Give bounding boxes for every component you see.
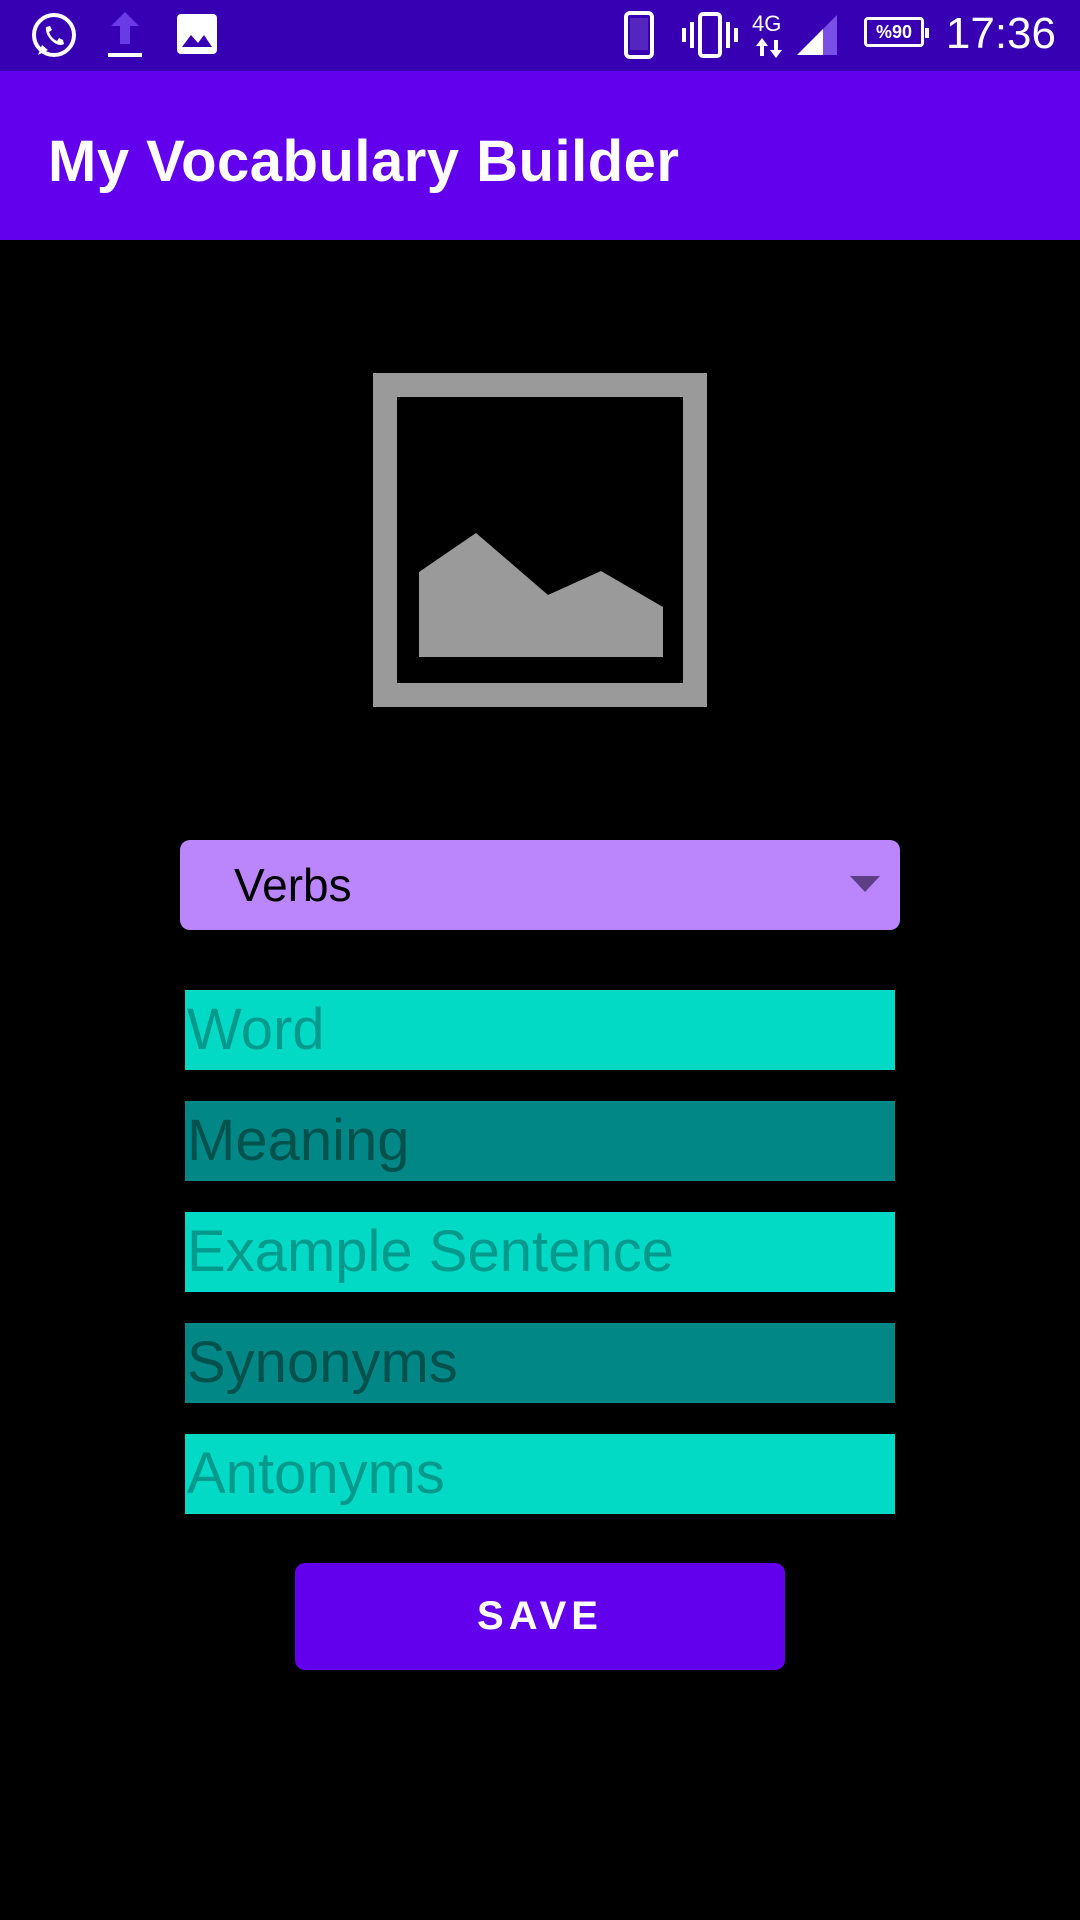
vibrate-icon bbox=[682, 12, 738, 58]
meaning-field[interactable] bbox=[185, 1101, 895, 1181]
app-title: My Vocabulary Builder bbox=[48, 129, 680, 194]
image-placeholder-icon[interactable] bbox=[373, 373, 707, 707]
phone-icon bbox=[624, 11, 654, 59]
whatsapp-icon bbox=[32, 13, 76, 57]
app-bar: My Vocabulary Builder bbox=[0, 71, 1080, 240]
gallery-icon bbox=[177, 14, 217, 54]
battery-icon: %90 bbox=[864, 17, 929, 47]
signal-icon bbox=[797, 15, 837, 55]
spinner-selected-value: Verbs bbox=[234, 859, 352, 911]
dropdown-arrow-icon bbox=[850, 876, 880, 892]
category-spinner[interactable]: Verbs bbox=[180, 840, 900, 930]
data-arrows-icon bbox=[756, 38, 782, 58]
network-label: 4G bbox=[752, 11, 782, 36]
battery-label: %90 bbox=[875, 22, 913, 42]
save-button[interactable]: SAVE bbox=[295, 1563, 785, 1670]
network-4g-icon: 4G bbox=[752, 12, 788, 58]
antonyms-field[interactable] bbox=[185, 1434, 895, 1514]
status-bar: 4G %90 17:36 bbox=[0, 0, 1080, 71]
word-field[interactable] bbox=[185, 990, 895, 1070]
synonyms-field[interactable] bbox=[185, 1323, 895, 1403]
status-time: 17:36 bbox=[945, 9, 1056, 58]
upload-icon bbox=[108, 12, 142, 57]
example-sentence-field[interactable] bbox=[185, 1212, 895, 1292]
